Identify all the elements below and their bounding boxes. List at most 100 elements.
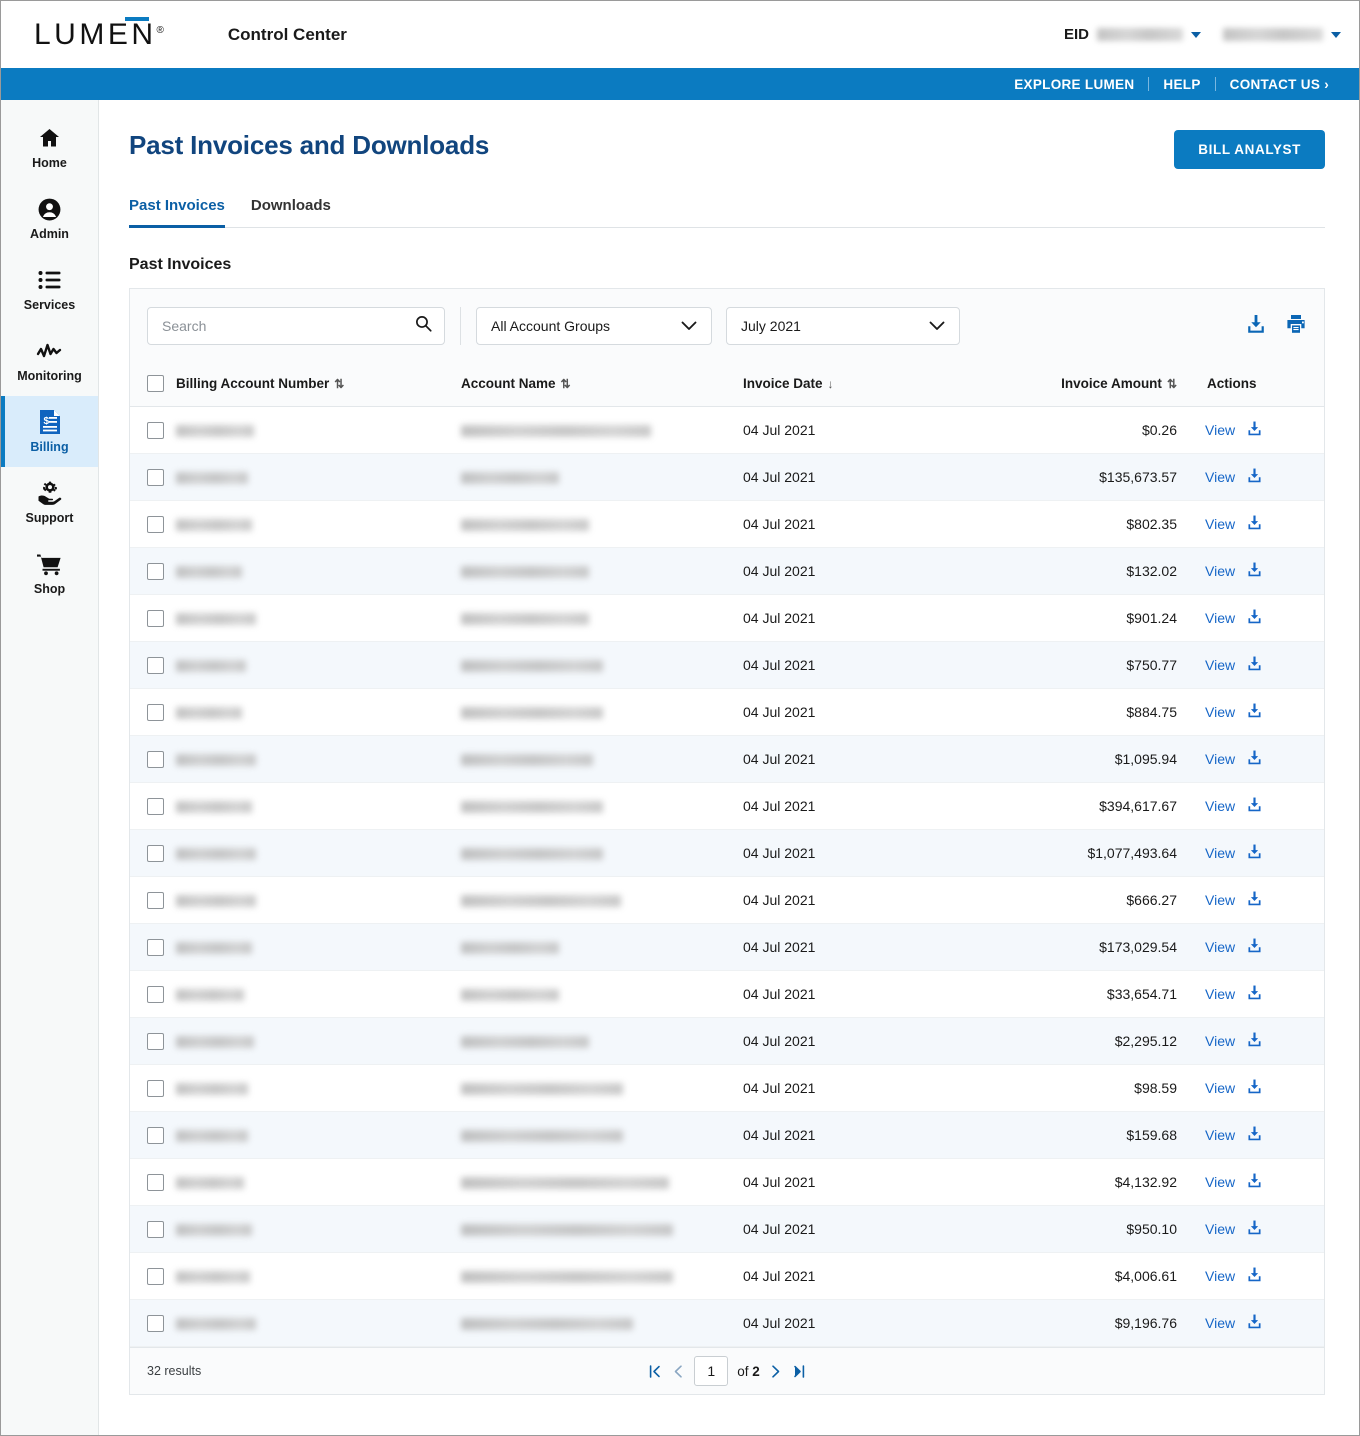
sidebar-item-services[interactable]: Services (1, 254, 98, 325)
view-invoice-link[interactable]: View (1205, 422, 1235, 438)
page-number-input[interactable] (694, 1356, 729, 1386)
next-page-icon[interactable] (769, 1364, 782, 1379)
row-checkbox[interactable] (147, 1267, 164, 1285)
sidebar-item-home[interactable]: Home (1, 112, 98, 183)
column-header-account-name[interactable]: Account Name ⇅ (461, 363, 743, 407)
download-icon[interactable] (1246, 1172, 1263, 1192)
view-invoice-link[interactable]: View (1205, 563, 1235, 579)
search-box[interactable] (147, 307, 445, 345)
eid-chevron-down-icon[interactable] (1191, 31, 1201, 38)
view-invoice-link[interactable]: View (1205, 798, 1235, 814)
print-icon[interactable] (1285, 313, 1307, 340)
download-icon[interactable] (1246, 1219, 1263, 1239)
view-invoice-link[interactable]: View (1205, 1033, 1235, 1049)
lumen-logo[interactable]: LUMEN® (34, 16, 164, 50)
row-checkbox[interactable] (147, 1220, 164, 1238)
view-invoice-link[interactable]: View (1205, 1127, 1235, 1143)
nav-help[interactable]: HELP (1149, 77, 1214, 92)
last-page-icon[interactable] (791, 1364, 806, 1379)
view-invoice-link[interactable]: View (1205, 845, 1235, 861)
period-select[interactable]: July 2021 (726, 307, 960, 345)
row-checkbox[interactable] (147, 562, 164, 580)
download-icon[interactable] (1246, 796, 1263, 816)
view-invoice-link[interactable]: View (1205, 657, 1235, 673)
table-row[interactable]: 04 Jul 2021 $0.26 View (130, 406, 1324, 454)
sidebar-item-shop[interactable]: Shop (1, 538, 98, 609)
row-checkbox[interactable] (147, 891, 164, 909)
nav-contact-us[interactable]: CONTACT US › (1216, 77, 1343, 92)
sidebar-item-billing[interactable]: $ Billing (1, 396, 98, 467)
table-row[interactable]: 04 Jul 2021 $750.77 View (130, 641, 1324, 689)
table-row[interactable]: 04 Jul 2021 $394,617.67 View (130, 782, 1324, 830)
row-checkbox[interactable] (147, 1314, 164, 1332)
view-invoice-link[interactable]: View (1205, 1080, 1235, 1096)
table-row[interactable]: 04 Jul 2021 $1,077,493.64 View (130, 829, 1324, 877)
row-checkbox[interactable] (147, 797, 164, 815)
table-row[interactable]: 04 Jul 2021 $950.10 View (130, 1205, 1324, 1253)
table-row[interactable]: 04 Jul 2021 $135,673.57 View (130, 453, 1324, 501)
table-row[interactable]: 04 Jul 2021 $33,654.71 View (130, 970, 1324, 1018)
view-invoice-link[interactable]: View (1205, 469, 1235, 485)
search-icon[interactable] (415, 315, 432, 337)
row-checkbox[interactable] (147, 844, 164, 862)
tab-downloads[interactable]: Downloads (251, 197, 331, 228)
download-icon[interactable] (1246, 702, 1263, 722)
column-header-billing-account-number[interactable]: Billing Account Number ⇅ (176, 363, 461, 407)
download-icon[interactable] (1246, 420, 1263, 440)
table-row[interactable]: 04 Jul 2021 $98.59 View (130, 1064, 1324, 1112)
download-icon[interactable] (1246, 1313, 1263, 1333)
row-checkbox[interactable] (147, 938, 164, 956)
download-icon[interactable] (1246, 937, 1263, 957)
row-checkbox[interactable] (147, 515, 164, 533)
table-row[interactable]: 04 Jul 2021 $1,095.94 View (130, 735, 1324, 783)
column-header-invoice-amount[interactable]: Invoice Amount ⇅ (973, 363, 1205, 407)
row-checkbox[interactable] (147, 703, 164, 721)
view-invoice-link[interactable]: View (1205, 751, 1235, 767)
table-row[interactable]: 04 Jul 2021 $4,132.92 View (130, 1158, 1324, 1206)
bill-analyst-button[interactable]: BILL ANALYST (1174, 130, 1325, 169)
eid-selector[interactable]: EID (1064, 26, 1201, 43)
user-chevron-down-icon[interactable] (1331, 31, 1341, 38)
row-checkbox[interactable] (147, 609, 164, 627)
column-header-invoice-date[interactable]: Invoice Date ↓ (743, 363, 973, 407)
download-icon[interactable] (1246, 561, 1263, 581)
row-checkbox[interactable] (147, 1032, 164, 1050)
row-checkbox[interactable] (147, 1126, 164, 1144)
view-invoice-link[interactable]: View (1205, 986, 1235, 1002)
view-invoice-link[interactable]: View (1205, 1268, 1235, 1284)
download-icon[interactable] (1246, 467, 1263, 487)
download-icon[interactable] (1245, 313, 1267, 340)
view-invoice-link[interactable]: View (1205, 939, 1235, 955)
row-checkbox[interactable] (147, 985, 164, 1003)
row-checkbox[interactable] (147, 421, 164, 439)
table-row[interactable]: 04 Jul 2021 $2,295.12 View (130, 1017, 1324, 1065)
sidebar-item-support[interactable]: Support (1, 467, 98, 538)
table-row[interactable]: 04 Jul 2021 $159.68 View (130, 1111, 1324, 1159)
download-icon[interactable] (1246, 890, 1263, 910)
download-icon[interactable] (1246, 1266, 1263, 1286)
table-row[interactable]: 04 Jul 2021 $173,029.54 View (130, 923, 1324, 971)
account-group-select[interactable]: All Account Groups (476, 307, 712, 345)
select-all-checkbox[interactable] (147, 375, 164, 392)
download-icon[interactable] (1246, 984, 1263, 1004)
nav-explore-lumen[interactable]: EXPLORE LUMEN (1000, 77, 1148, 92)
download-icon[interactable] (1246, 1125, 1263, 1145)
download-icon[interactable] (1246, 514, 1263, 534)
view-invoice-link[interactable]: View (1205, 892, 1235, 908)
table-row[interactable]: 04 Jul 2021 $901.24 View (130, 594, 1324, 642)
row-checkbox[interactable] (147, 1079, 164, 1097)
tab-past-invoices[interactable]: Past Invoices (129, 197, 225, 228)
table-row[interactable]: 04 Jul 2021 $802.35 View (130, 500, 1324, 548)
view-invoice-link[interactable]: View (1205, 704, 1235, 720)
view-invoice-link[interactable]: View (1205, 1174, 1235, 1190)
download-icon[interactable] (1246, 749, 1263, 769)
user-menu[interactable] (1223, 28, 1341, 41)
table-row[interactable]: 04 Jul 2021 $9,196.76 View (130, 1299, 1324, 1347)
table-row[interactable]: 04 Jul 2021 $666.27 View (130, 876, 1324, 924)
table-row[interactable]: 04 Jul 2021 $4,006.61 View (130, 1252, 1324, 1300)
download-icon[interactable] (1246, 655, 1263, 675)
row-checkbox[interactable] (147, 750, 164, 768)
view-invoice-link[interactable]: View (1205, 516, 1235, 532)
download-icon[interactable] (1246, 843, 1263, 863)
row-checkbox[interactable] (147, 468, 164, 486)
